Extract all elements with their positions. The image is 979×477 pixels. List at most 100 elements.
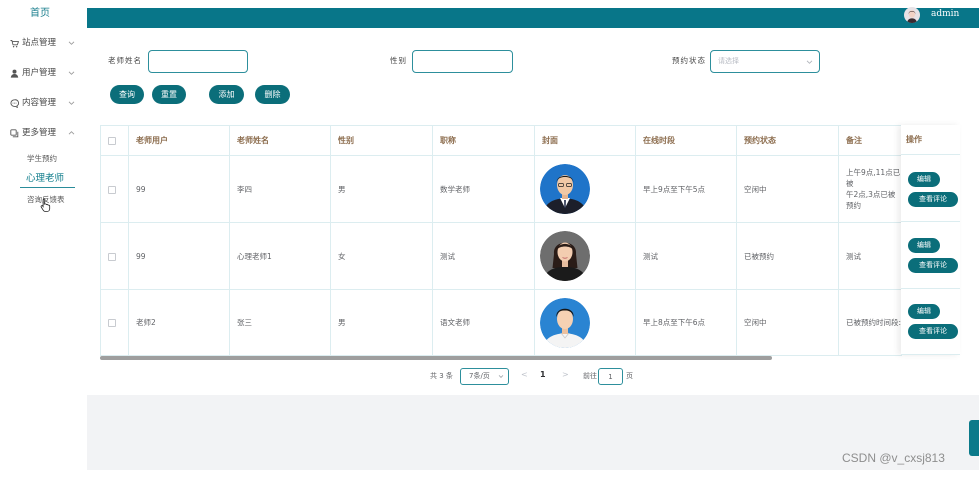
sidebar: 首页 站点管理 用户管理 内容管理 更多管理 学生预约 心理老师 咨询反馈表	[0, 0, 87, 477]
cell-gender: 男	[330, 289, 433, 356]
query-button[interactable]: 查询	[110, 85, 144, 104]
next-page-button[interactable]: >	[562, 369, 569, 381]
menu-label: 更多管理	[22, 128, 57, 138]
chevron-down-icon	[68, 41, 75, 45]
row-checkbox-cell	[100, 222, 129, 290]
username[interactable]: admin	[931, 9, 959, 20]
operations-cell: 编辑 查看评论	[901, 289, 960, 355]
select-placeholder: 请选择	[718, 57, 739, 65]
cart-icon	[10, 40, 19, 48]
back-to-top-button[interactable]	[969, 420, 979, 456]
cell-name: 张三	[229, 289, 331, 356]
copy-icon	[10, 129, 19, 138]
cell-remark: 测试	[838, 222, 902, 290]
menu-item-more-management[interactable]: 更多管理	[0, 126, 87, 140]
chat-icon	[10, 99, 19, 108]
edit-button[interactable]: 编辑	[908, 304, 940, 319]
pagination-total: 共 3 条	[430, 372, 453, 380]
table-header-row: 老师用户 老师姓名 性别 职称 封面 在线时段 预约状态 备注	[100, 125, 902, 156]
chevron-down-icon	[806, 60, 813, 64]
column-header-name[interactable]: 老师姓名	[229, 125, 331, 156]
column-header-username[interactable]: 老师用户	[128, 125, 230, 156]
gender-input[interactable]	[412, 50, 513, 73]
operations-cell: 编辑 查看评论	[901, 222, 960, 289]
row-checkbox-cell	[100, 155, 129, 223]
cell-status: 空闲中	[736, 155, 839, 223]
cell-username: 99	[128, 155, 230, 223]
cell-username: 99	[128, 222, 230, 290]
column-header-gender[interactable]: 性别	[330, 125, 433, 156]
gender-label: 性别	[390, 56, 407, 65]
watermark: CSDN @v_cxsj813	[842, 451, 945, 465]
cell-name: 心理老师1	[229, 222, 331, 290]
booking-status-label: 预约状态	[672, 56, 706, 65]
prev-page-button[interactable]: <	[521, 369, 528, 381]
cell-status: 空闲中	[736, 289, 839, 356]
edit-button[interactable]: 编辑	[908, 172, 940, 187]
teacher-photo[interactable]	[540, 297, 590, 348]
delete-button[interactable]: 删除	[255, 85, 290, 104]
view-reviews-button[interactable]: 查看评论	[908, 324, 958, 339]
cell-photo	[534, 222, 636, 290]
add-button[interactable]: 添加	[209, 85, 244, 104]
home-link[interactable]: 首页	[0, 7, 80, 21]
chevron-up-icon	[68, 131, 75, 135]
reset-button[interactable]: 重置	[152, 85, 186, 104]
menu-item-site-management[interactable]: 站点管理	[0, 36, 87, 50]
column-header-status[interactable]: 预约状态	[736, 125, 839, 156]
row-checkbox[interactable]	[108, 185, 116, 194]
submenu-item-student-booking[interactable]: 学生预约	[27, 153, 57, 165]
goto-label: 前往	[583, 372, 597, 380]
operations-column: 操作 编辑 查看评论 编辑 查看评论 编辑 查看评论	[901, 125, 960, 355]
current-page[interactable]: 1	[540, 369, 546, 381]
top-header	[87, 8, 979, 28]
goto-page-input[interactable]	[598, 368, 623, 385]
user-avatar[interactable]	[904, 7, 920, 23]
menu-item-user-management[interactable]: 用户管理	[0, 66, 87, 80]
table-row: 99 李四 男 数学老师 早上9点至下午5点 空闲中 上午9点,11点已被 午2…	[100, 155, 902, 223]
chevron-down-icon	[498, 375, 504, 378]
view-reviews-button[interactable]: 查看评论	[908, 192, 958, 207]
teacher-name-label: 老师姓名	[108, 56, 142, 65]
booking-status-select[interactable]: 请选择	[710, 50, 820, 73]
column-header-photo[interactable]: 封面	[534, 125, 636, 156]
avatar-image	[904, 7, 920, 23]
menu-label: 站点管理	[22, 38, 57, 48]
teacher-photo[interactable]	[540, 231, 590, 281]
row-checkbox[interactable]	[108, 252, 116, 261]
cell-photo	[534, 289, 636, 356]
table-row: 99 心理老师1 女 测试 测试 已被预约 测试	[100, 222, 902, 290]
cell-remark: 已被预约时间段:上	[838, 289, 902, 356]
cell-photo	[534, 155, 636, 223]
operations-cell: 编辑 查看评论	[901, 155, 960, 222]
mouse-cursor-icon	[40, 198, 51, 212]
row-checkbox[interactable]	[108, 319, 116, 327]
view-reviews-button[interactable]: 查看评论	[908, 258, 958, 273]
select-all-checkbox[interactable]	[108, 136, 116, 145]
row-checkbox-cell	[100, 289, 129, 356]
cell-online-time: 早上9点至下午5点	[635, 155, 737, 223]
user-icon	[10, 69, 19, 78]
cell-title: 测试	[432, 222, 535, 290]
menu-label: 内容管理	[22, 98, 57, 108]
chevron-down-icon	[68, 101, 75, 105]
column-header-remark[interactable]: 备注	[838, 125, 902, 156]
teacher-table: 老师用户 老师姓名 性别 职称 封面 在线时段 预约状态 备注 99 李四 男 …	[100, 125, 902, 356]
submenu-item-teachers[interactable]: 心理老师	[26, 173, 64, 185]
page-size-select[interactable]: 7条/页	[460, 368, 509, 385]
edit-button[interactable]: 编辑	[908, 238, 940, 253]
cell-username: 老师2	[128, 289, 230, 356]
header-checkbox-cell	[100, 125, 129, 156]
cell-gender: 男	[330, 155, 433, 223]
teacher-photo[interactable]	[540, 164, 590, 214]
cell-title: 数学老师	[432, 155, 535, 223]
cell-title: 语文老师	[432, 289, 535, 356]
cell-gender: 女	[330, 222, 433, 290]
menu-item-content-management[interactable]: 内容管理	[0, 96, 87, 110]
column-header-title[interactable]: 职称	[432, 125, 535, 156]
teacher-name-input[interactable]	[148, 50, 248, 73]
page-size-value: 7条/页	[469, 372, 490, 380]
horizontal-scrollbar[interactable]	[100, 356, 772, 360]
cell-online-time: 测试	[635, 222, 737, 290]
column-header-online-time[interactable]: 在线时段	[635, 125, 737, 156]
